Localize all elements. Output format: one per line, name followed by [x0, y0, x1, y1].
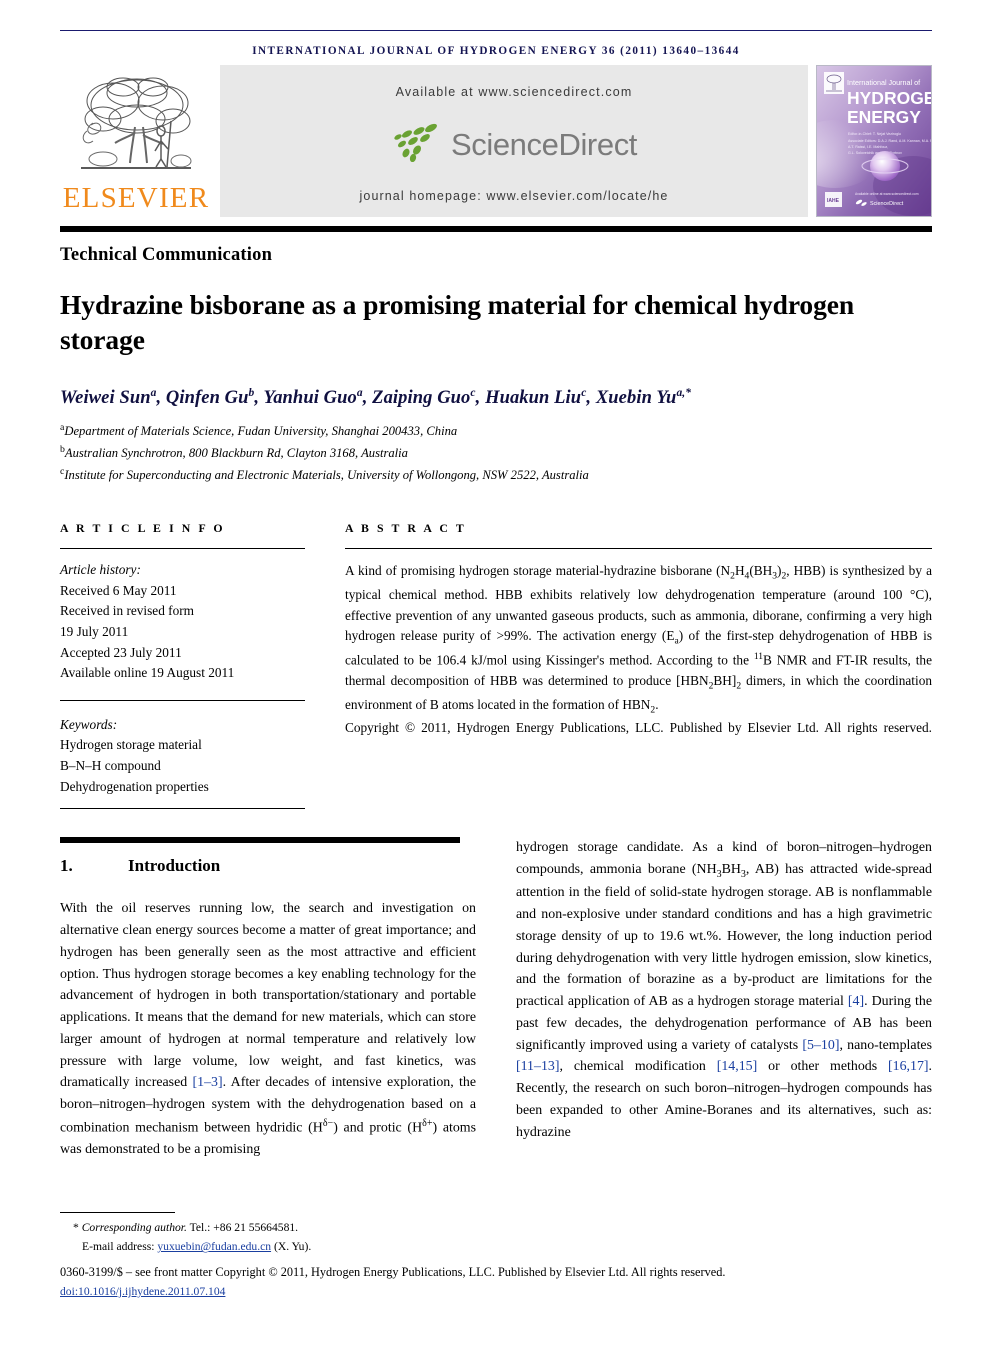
elsevier-logo: ELSEVIER: [60, 65, 212, 217]
running-head: International Journal of Hydrogen Energy…: [252, 45, 740, 57]
email-suffix: (X. Yu).: [273, 1240, 312, 1254]
sciencedirect-leaves-icon: [391, 122, 445, 167]
paragraph: With the oil reserves running low, the s…: [60, 901, 477, 1158]
history-item: Available online 19 August 2011: [60, 665, 235, 681]
body-columns: 1. Introduction With the oil reserves ru…: [60, 837, 932, 1161]
svg-text:Available online at www.scienc: Available online at www.sciencedirect.co…: [855, 192, 919, 196]
article-history: Article history: Received 6 May 2011 Rec…: [60, 549, 305, 700]
abstract-text: A kind of promising hydrogen storage mat…: [345, 563, 932, 716]
body-column-gap: [476, 837, 516, 1161]
section-number: 1.: [60, 856, 73, 876]
corresponding-author-note: * Corresponding author. Tel.: +86 21 556…: [60, 1218, 932, 1237]
svg-text:International Journal of: International Journal of: [847, 78, 920, 87]
svg-text:ScienceDirect: ScienceDirect: [870, 201, 904, 207]
elsevier-wordmark: ELSEVIER: [62, 182, 210, 214]
abstract-heading: A B S T R A C T: [345, 521, 467, 536]
history-item: Accepted 23 July 2011: [60, 644, 182, 660]
masthead: ELSEVIER Available at www.sciencedirect.…: [60, 65, 932, 217]
svg-text:Editor-in-Chief: T. Nejat Vez: Editor-in-Chief: T. Nejat Veziroglu: [848, 132, 901, 136]
doi-link[interactable]: doi:10.1016/j.ijhydene.2011.07.104: [60, 1282, 932, 1301]
journal-homepage-text[interactable]: journal homepage: www.elsevier.com/locat…: [360, 189, 669, 203]
keyword-item: B–N–H compound: [60, 758, 161, 774]
page-title: Hydrazine bisborane as a promising mater…: [60, 289, 855, 355]
info-abstract-block: A R T I C L E I N F O Article history: R…: [60, 521, 932, 810]
keywords-bottom-rule: [60, 808, 305, 810]
asterisk-icon: *: [73, 1221, 79, 1235]
masthead-divider: [60, 226, 932, 232]
article-info-heading: A R T I C L E I N F O: [60, 521, 226, 536]
available-at-text: Available at www.sciencedirect.com: [395, 85, 633, 99]
paragraph: hydrogen storage candidate. As a kind of…: [516, 840, 933, 1140]
sciencedirect-logo[interactable]: ScienceDirect: [391, 122, 637, 167]
svg-text:ENERGY: ENERGY: [847, 107, 921, 127]
affiliation-text: Institute for Superconducting and Electr…: [64, 467, 589, 482]
author-list: Weiwei Suna, Qinfen Gub, Yanhui Guoa, Za…: [60, 387, 692, 409]
section-divider: [60, 837, 460, 844]
svg-text:A.T. Raissi, I.E. Mahfouz,: A.T. Raissi, I.E. Mahfouz,: [848, 145, 888, 149]
abstract-column: A B S T R A C T A kind of promising hydr…: [345, 521, 932, 809]
article-history-label: Article history:: [60, 562, 141, 578]
affiliation-item: aDepartment of Materials Science, Fudan …: [60, 420, 932, 442]
keyword-item: Hydrogen storage material: [60, 737, 202, 753]
article-info-column: A R T I C L E I N F O Article history: R…: [60, 521, 305, 810]
journal-cover-thumbnail: International Journal of HYDROGEN ENERGY…: [816, 65, 932, 217]
abstract-body: A kind of promising hydrogen storage mat…: [345, 549, 932, 759]
affiliation-text: Department of Materials Science, Fudan U…: [64, 424, 458, 439]
footnote-rule: [60, 1212, 175, 1214]
issn-copyright-line: 0360-3199/$ – see front matter Copyright…: [60, 1265, 726, 1280]
body-column-right: hydrogen storage candidate. As a kind of…: [516, 837, 932, 1161]
abstract-copyright: Copyright © 2011, Hydrogen Energy Public…: [345, 720, 932, 736]
section-heading: 1. Introduction: [60, 856, 476, 876]
svg-text:HYDROGEN: HYDROGEN: [847, 88, 931, 108]
body-column-left: 1. Introduction With the oil reserves ru…: [60, 837, 476, 1161]
svg-text:IAHE: IAHE: [827, 198, 840, 204]
affiliation-item: bAustralian Synchrotron, 800 Blackburn R…: [60, 442, 932, 464]
column-gap: [305, 521, 345, 809]
page-footer: * Corresponding author. Tel.: +86 21 556…: [60, 1212, 932, 1301]
email-note: E-mail address: yuxuebin@fudan.edu.cn (X…: [60, 1237, 932, 1256]
document-type-label: Technical Communication: [60, 245, 273, 265]
email-label: E-mail address:: [82, 1240, 155, 1254]
history-item: 19 July 2011: [60, 624, 129, 639]
elsevier-tree-icon: [73, 71, 199, 183]
svg-text:Associate Editors: D.A.J. Rand: Associate Editors: D.A.J. Rand, A.M. Kan…: [848, 139, 931, 143]
article-page: International Journal of Hydrogen Energy…: [0, 30, 992, 1353]
corresponding-author-text: Corresponding author. Tel.: +86 21 55664…: [81, 1221, 299, 1235]
affiliation-list: aDepartment of Materials Science, Fudan …: [60, 420, 932, 485]
affiliation-item: cInstitute for Superconducting and Elect…: [60, 464, 932, 486]
affiliation-text: Australian Synchrotron, 800 Blackburn Rd…: [64, 446, 408, 461]
history-item: Received in revised form: [60, 603, 195, 619]
sciencedirect-wordmark: ScienceDirect: [450, 126, 638, 162]
keyword-item: Dehydrogenation properties: [60, 778, 209, 794]
sciencedirect-panel: Available at www.sciencedirect.com Scien…: [220, 65, 808, 217]
history-item: Received 6 May 2011: [60, 582, 177, 598]
email-link[interactable]: yuxuebin@fudan.edu.cn: [157, 1240, 271, 1253]
section-title: Introduction: [128, 856, 221, 876]
keywords-label: Keywords:: [60, 716, 118, 732]
keywords-block: Keywords: Hydrogen storage material B–N–…: [60, 701, 305, 808]
